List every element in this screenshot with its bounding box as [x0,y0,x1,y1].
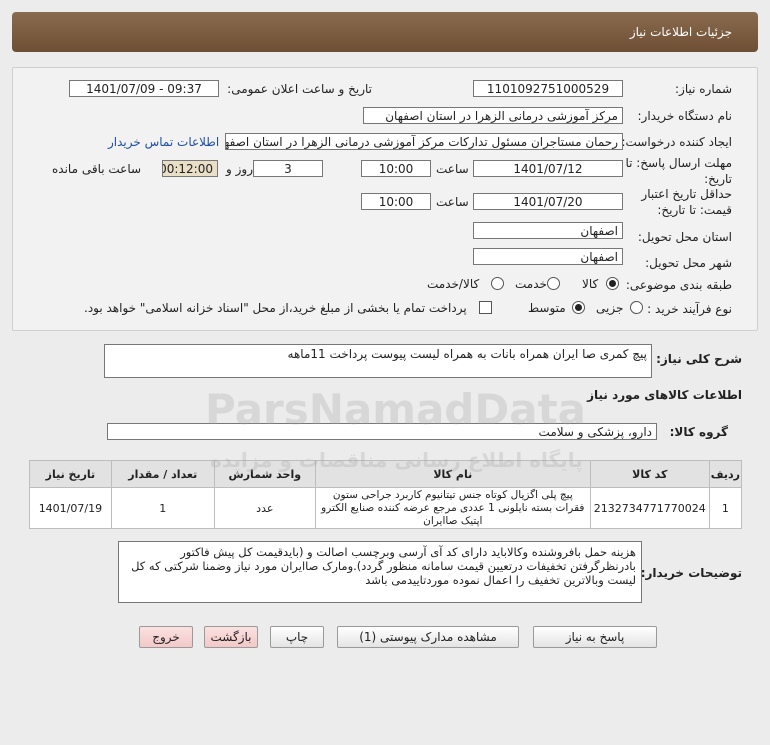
need-number-field: 1101092751000529 [473,80,623,97]
province-label: استان محل تحویل: [637,230,732,244]
cell-date: 1401/07/19 [29,487,112,529]
process-radio-minor[interactable] [630,301,643,314]
buyer-org-label: نام دستگاه خریدار: [637,109,733,123]
category-label: طبقه بندی موضوعی: [625,278,732,292]
treasury-payment-checkbox[interactable] [479,301,492,314]
back-button[interactable]: بازگشت [204,626,258,648]
buyer-notes-field: هزینه حمل بافروشنده وکالاباید دارای کد آ… [118,541,642,603]
cell-name: پیچ پلی اگزیال کوتاه جنس تیتانیوم کاربرد… [314,487,591,529]
table-row: 1 2132734771770024 پیچ پلی اگزیال کوتاه … [29,487,743,529]
city-field: اصفهان [473,248,623,265]
validity-label-line2: قیمت: تا تاریخ: [657,203,732,217]
cell-unit: عدد [213,487,316,529]
goods-group-label: گروه کالا: [669,425,728,439]
city-label: شهر محل تحویل: [645,256,732,270]
deadline-label-line2: تاریخ: [704,172,732,186]
process-option-minor: جزیی [596,301,624,315]
description-label: شرح کلی نیاز: [656,352,742,366]
col-date: تاریخ نیاز [29,460,112,488]
deadline-time-label: ساعت [436,162,469,176]
category-option-goods: کالا [582,277,599,291]
cell-code: 2132734771770024 [589,487,710,529]
requester-field: رحمان مستاجران مسئول تدارکات مرکز آموزشی… [225,133,623,150]
category-radio-service[interactable] [547,277,560,290]
col-unit: واحد شمارش [213,460,316,488]
view-attachments-button[interactable]: مشاهده مدارک پیوستی (1) [337,626,519,648]
print-button[interactable]: چاپ [270,626,324,648]
goods-table-header: ردیف کد کالا نام کالا واحد شمارش تعداد /… [29,460,743,488]
buyer-org-field: مرکز آموزشی درمانی الزهرا در استان اصفها… [363,107,623,124]
days-label: روز و [226,162,253,176]
col-row: ردیف [708,460,743,488]
cell-row: 1 [708,487,743,529]
goods-table: ردیف کد کالا نام کالا واحد شمارش تعداد /… [29,460,743,529]
process-option-medium: متوسط [528,301,566,315]
remaining-time-field: 00:12:00 [162,160,218,177]
buyer-notes-label: توضیحات خریدار: [640,566,742,580]
goods-group-field: دارو، پزشکی و سلامت [107,423,657,440]
category-radio-goods-service[interactable] [491,277,504,290]
page-title: جزئیات اطلاعات نیاز [629,25,732,39]
reply-button[interactable]: پاسخ به نیاز [533,626,657,648]
category-radio-goods[interactable] [606,277,619,290]
announce-datetime-field: 1401/07/09 - 09:37 [69,80,219,97]
goods-section-title: اطلاعات کالاهای مورد نیاز [587,388,742,402]
deadline-time-field: 10:00 [361,160,431,177]
exit-button[interactable]: خروج [139,626,193,648]
need-number-label: شماره نیاز: [675,82,732,96]
category-option-service: خدمت [515,277,547,291]
process-radio-medium[interactable] [572,301,585,314]
validity-label-line1: حداقل تاریخ اعتبار [641,187,732,201]
requester-label: ایجاد کننده درخواست: [621,135,732,149]
col-name: نام کالا [314,460,591,488]
deadline-label-line1: مهلت ارسال پاسخ: تا [625,156,732,170]
deadline-date-field: 1401/07/12 [473,160,623,177]
col-code: کد کالا [589,460,710,488]
validity-date-field: 1401/07/20 [473,193,623,210]
days-field: 3 [253,160,323,177]
category-option-goods-service: کالا/خدمت [427,277,480,291]
announce-label: تاریخ و ساعت اعلان عمومی: [227,82,372,96]
validity-time-label: ساعت [436,195,469,209]
description-field: پیچ کمری صا ایران همراه بانات به همراه ل… [104,344,652,378]
col-qty: تعداد / مقدار [110,460,215,488]
page-header: جزئیات اطلاعات نیاز [12,12,758,52]
treasury-payment-text: پرداخت تمام یا بخشی از مبلغ خرید،از محل … [84,301,467,315]
contact-info-link[interactable]: اطلاعات تماس خریدار [108,135,219,149]
cell-qty: 1 [110,487,215,529]
province-field: اصفهان [473,222,623,239]
remaining-label: ساعت باقی مانده [52,162,142,176]
validity-time-field: 10:00 [361,193,431,210]
process-label: نوع فرآیند خرید : [647,302,732,316]
